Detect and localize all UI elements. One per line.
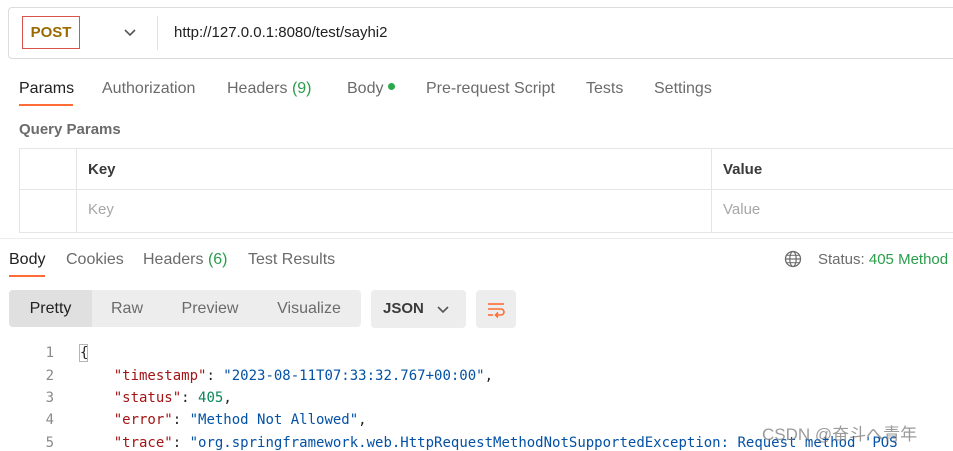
json-brace: { (80, 345, 89, 361)
line-number: 3 (45, 390, 54, 406)
json-string: "Method Not Allowed" (189, 412, 359, 428)
status-label: Status: (818, 251, 865, 268)
watermark: CSDN @奋斗へ青年 (762, 425, 918, 444)
tab-authorization[interactable]: Authorization (102, 80, 195, 98)
line-number: 4 (45, 412, 54, 428)
response-tab-test-results[interactable]: Test Results (248, 251, 335, 269)
tab-headers-label: Headers (227, 80, 288, 97)
json-key: "timestamp" (113, 368, 207, 384)
url-divider (157, 16, 158, 50)
json-string: "2023-08-11T07:33:32.767+00:00" (223, 368, 485, 384)
table-col-divider (76, 148, 77, 233)
line-number: 5 (45, 435, 54, 451)
response-tab-cookies-label: Cookies (66, 251, 124, 268)
code-line[interactable]: "error": "Method Not Allowed", (80, 412, 367, 428)
tab-params[interactable]: Params (19, 80, 74, 98)
tab-settings-label: Settings (654, 80, 712, 97)
view-preview-button[interactable]: Preview (166, 290, 254, 327)
view-pretty-button[interactable]: Pretty (9, 290, 92, 327)
response-tab-headers-label: Headers (143, 251, 204, 268)
chevron-down-icon (437, 306, 449, 314)
method-label: POST (30, 24, 72, 41)
json-key: "error" (113, 412, 173, 428)
tab-settings[interactable]: Settings (654, 80, 712, 98)
param-key-input[interactable]: Key (88, 201, 114, 218)
tab-tests-label: Tests (586, 80, 624, 97)
query-params-title: Query Params (19, 121, 121, 138)
response-tab-cookies[interactable]: Cookies (66, 251, 124, 269)
tab-pre-request-script[interactable]: Pre-request Script (426, 80, 555, 98)
tab-headers[interactable]: Headers (9) (227, 80, 312, 98)
code-line[interactable]: { (80, 345, 88, 361)
wrap-lines-icon (488, 303, 505, 319)
json-number: 405 (198, 390, 224, 406)
response-tab-test-results-label: Test Results (248, 251, 336, 268)
format-label: JSON (383, 300, 424, 317)
globe-icon[interactable] (784, 250, 802, 268)
active-tab-indicator (19, 104, 73, 106)
param-value-input[interactable]: Value (723, 201, 760, 218)
code-line[interactable]: "status": 405, (80, 390, 232, 406)
column-header-value: Value (723, 161, 763, 178)
tab-params-label: Params (19, 80, 75, 97)
body-modified-dot (388, 83, 396, 91)
url-input[interactable]: http://127.0.0.1:8080/test/sayhi2 (174, 24, 388, 41)
response-tab-headers[interactable]: Headers (6) (143, 251, 228, 269)
response-headers-count: (6) (207, 251, 228, 268)
active-response-tab-indicator (9, 275, 45, 277)
tab-pre-request-label: Pre-request Script (426, 80, 555, 97)
code-line[interactable]: "timestamp": "2023-08-11T07:33:32.767+00… (80, 368, 493, 384)
chevron-down-icon[interactable] (123, 25, 137, 39)
table-row-divider (19, 189, 953, 190)
request-bar: POST http://127.0.0.1:8080/test/sayhi2 (8, 7, 953, 59)
method-select[interactable]: POST (22, 16, 80, 49)
response-status: Status: 405 Method (818, 251, 948, 268)
status-value[interactable]: 405 Method (869, 251, 948, 268)
tab-body[interactable]: Body (347, 80, 396, 98)
view-visualize-button[interactable]: Visualize (264, 290, 354, 327)
json-key: "status" (113, 390, 182, 406)
tab-body-label: Body (347, 80, 384, 97)
tab-tests[interactable]: Tests (586, 80, 623, 98)
query-params-table (19, 148, 953, 233)
column-header-key: Key (88, 161, 116, 178)
response-tab-body-label: Body (9, 251, 46, 268)
tab-authorization-label: Authorization (102, 80, 196, 97)
json-key: "trace" (113, 435, 173, 451)
view-raw-button[interactable]: Raw (94, 290, 160, 327)
table-col-divider (711, 148, 712, 233)
line-number: 1 (45, 345, 54, 361)
tab-headers-count: (9) (291, 80, 312, 97)
section-divider (0, 238, 953, 239)
line-number: 2 (45, 368, 54, 384)
response-tab-body[interactable]: Body (9, 251, 45, 269)
